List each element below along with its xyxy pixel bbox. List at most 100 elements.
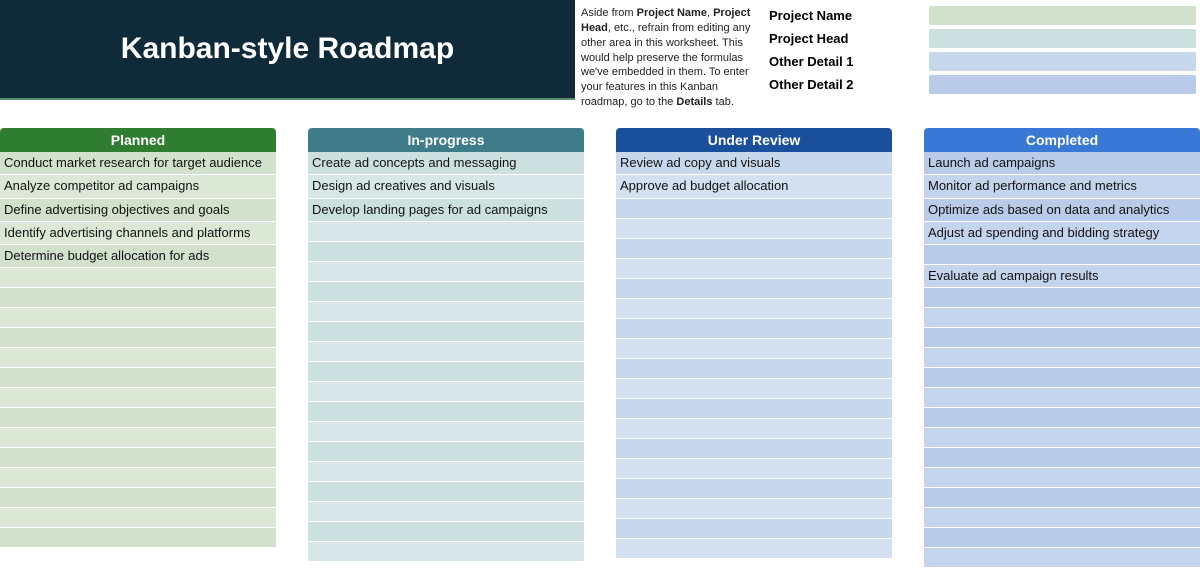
meta-label-other-1: Other Detail 1 [769, 52, 921, 71]
column-header-review: Under Review [616, 128, 892, 152]
kanban-empty-slot[interactable] [924, 388, 1200, 408]
kanban-empty-slot[interactable] [924, 468, 1200, 488]
column-planned: PlannedConduct market research for targe… [0, 128, 276, 568]
kanban-empty-slot[interactable] [0, 328, 276, 348]
kanban-columns: PlannedConduct market research for targe… [0, 100, 1200, 568]
meta-label-project-name: Project Name [769, 6, 921, 25]
kanban-card[interactable]: Conduct market research for target audie… [0, 152, 276, 175]
kanban-empty-slot[interactable] [924, 448, 1200, 468]
kanban-empty-slot[interactable] [0, 488, 276, 508]
kanban-empty-slot[interactable] [616, 339, 892, 359]
kanban-empty-slot[interactable] [0, 348, 276, 368]
column-review: Under ReviewReview ad copy and visualsAp… [616, 128, 892, 568]
kanban-empty-slot[interactable] [308, 262, 584, 282]
kanban-empty-slot[interactable] [616, 519, 892, 539]
kanban-empty-slot[interactable] [924, 408, 1200, 428]
kanban-empty-slot[interactable] [616, 299, 892, 319]
meta-label-other-2: Other Detail 2 [769, 75, 921, 94]
kanban-empty-slot[interactable] [924, 328, 1200, 348]
kanban-empty-slot[interactable] [308, 342, 584, 362]
kanban-card[interactable]: Determine budget allocation for ads [0, 245, 276, 268]
column-header-done: Completed [924, 128, 1200, 152]
kanban-empty-slot[interactable] [616, 479, 892, 499]
kanban-empty-slot[interactable] [0, 528, 276, 548]
column-done: CompletedLaunch ad campaignsMonitor ad p… [924, 128, 1200, 568]
kanban-empty-slot[interactable] [924, 428, 1200, 448]
kanban-empty-slot[interactable] [924, 488, 1200, 508]
kanban-card[interactable]: Evaluate ad campaign results [924, 265, 1200, 288]
kanban-empty-slot[interactable] [0, 468, 276, 488]
kanban-empty-slot[interactable] [924, 348, 1200, 368]
meta-input-other-2[interactable] [929, 75, 1196, 94]
kanban-card[interactable]: Analyze competitor ad campaigns [0, 175, 276, 198]
kanban-empty-slot[interactable] [308, 422, 584, 442]
kanban-empty-slot[interactable] [0, 408, 276, 428]
kanban-empty-slot[interactable] [616, 239, 892, 259]
kanban-card[interactable]: Approve ad budget allocation [616, 175, 892, 198]
kanban-card[interactable]: Adjust ad spending and bidding strategy [924, 222, 1200, 245]
kanban-empty-slot[interactable] [0, 448, 276, 468]
instructions-text: Aside from Project Name, Project Head, e… [575, 0, 765, 100]
kanban-empty-slot[interactable] [0, 288, 276, 308]
kanban-empty-slot[interactable] [308, 402, 584, 422]
kanban-empty-slot[interactable] [308, 482, 584, 502]
kanban-empty-slot[interactable] [308, 362, 584, 382]
kanban-empty-slot[interactable] [616, 399, 892, 419]
kanban-empty-slot[interactable] [308, 302, 584, 322]
kanban-empty-slot[interactable] [0, 388, 276, 408]
kanban-empty-slot[interactable] [308, 522, 584, 542]
kanban-empty-slot[interactable] [308, 382, 584, 402]
kanban-empty-slot[interactable] [924, 528, 1200, 548]
kanban-card[interactable]: Design ad creatives and visuals [308, 175, 584, 198]
kanban-empty-slot[interactable] [0, 368, 276, 388]
kanban-empty-slot[interactable] [616, 199, 892, 219]
kanban-empty-slot[interactable] [616, 379, 892, 399]
kanban-empty-slot[interactable] [308, 502, 584, 522]
kanban-empty-slot[interactable] [616, 499, 892, 519]
kanban-empty-slot[interactable] [616, 279, 892, 299]
kanban-empty-slot[interactable] [308, 442, 584, 462]
kanban-empty-slot[interactable] [308, 322, 584, 342]
kanban-empty-slot[interactable] [924, 508, 1200, 528]
kanban-empty-slot[interactable] [308, 282, 584, 302]
page-title: Kanban-style Roadmap [121, 32, 454, 66]
kanban-empty-slot[interactable] [924, 548, 1200, 568]
meta-input-other-1[interactable] [929, 52, 1196, 71]
kanban-empty-slot[interactable] [0, 428, 276, 448]
kanban-card[interactable]: Create ad concepts and messaging [308, 152, 584, 175]
kanban-empty-slot[interactable] [616, 359, 892, 379]
kanban-empty-slot[interactable] [0, 308, 276, 328]
meta-labels: Project Name Project Head Other Detail 1… [765, 0, 925, 100]
kanban-empty-slot[interactable] [0, 508, 276, 528]
kanban-card[interactable] [924, 245, 1200, 265]
kanban-empty-slot[interactable] [616, 259, 892, 279]
kanban-empty-slot[interactable] [616, 219, 892, 239]
kanban-empty-slot[interactable] [616, 539, 892, 559]
meta-inputs [925, 0, 1200, 100]
kanban-card[interactable]: Monitor ad performance and metrics [924, 175, 1200, 198]
header-row: Kanban-style Roadmap Aside from Project … [0, 0, 1200, 100]
kanban-empty-slot[interactable] [924, 368, 1200, 388]
kanban-card[interactable]: Develop landing pages for ad campaigns [308, 199, 584, 222]
meta-label-project-head: Project Head [769, 29, 921, 48]
kanban-card[interactable]: Identify advertising channels and platfo… [0, 222, 276, 245]
kanban-empty-slot[interactable] [308, 242, 584, 262]
kanban-empty-slot[interactable] [616, 439, 892, 459]
kanban-empty-slot[interactable] [616, 319, 892, 339]
kanban-empty-slot[interactable] [924, 288, 1200, 308]
kanban-empty-slot[interactable] [308, 462, 584, 482]
kanban-card[interactable]: Launch ad campaigns [924, 152, 1200, 175]
kanban-empty-slot[interactable] [0, 268, 276, 288]
kanban-card[interactable]: Review ad copy and visuals [616, 152, 892, 175]
kanban-empty-slot[interactable] [616, 459, 892, 479]
column-inprog: In-progressCreate ad concepts and messag… [308, 128, 584, 568]
meta-input-project-head[interactable] [929, 29, 1196, 48]
kanban-empty-slot[interactable] [616, 419, 892, 439]
meta-input-project-name[interactable] [929, 6, 1196, 25]
kanban-card[interactable]: Define advertising objectives and goals [0, 199, 276, 222]
kanban-card[interactable]: Optimize ads based on data and analytics [924, 199, 1200, 222]
page-title-banner: Kanban-style Roadmap [0, 0, 575, 100]
kanban-empty-slot[interactable] [924, 308, 1200, 328]
kanban-empty-slot[interactable] [308, 222, 584, 242]
column-header-planned: Planned [0, 128, 276, 152]
